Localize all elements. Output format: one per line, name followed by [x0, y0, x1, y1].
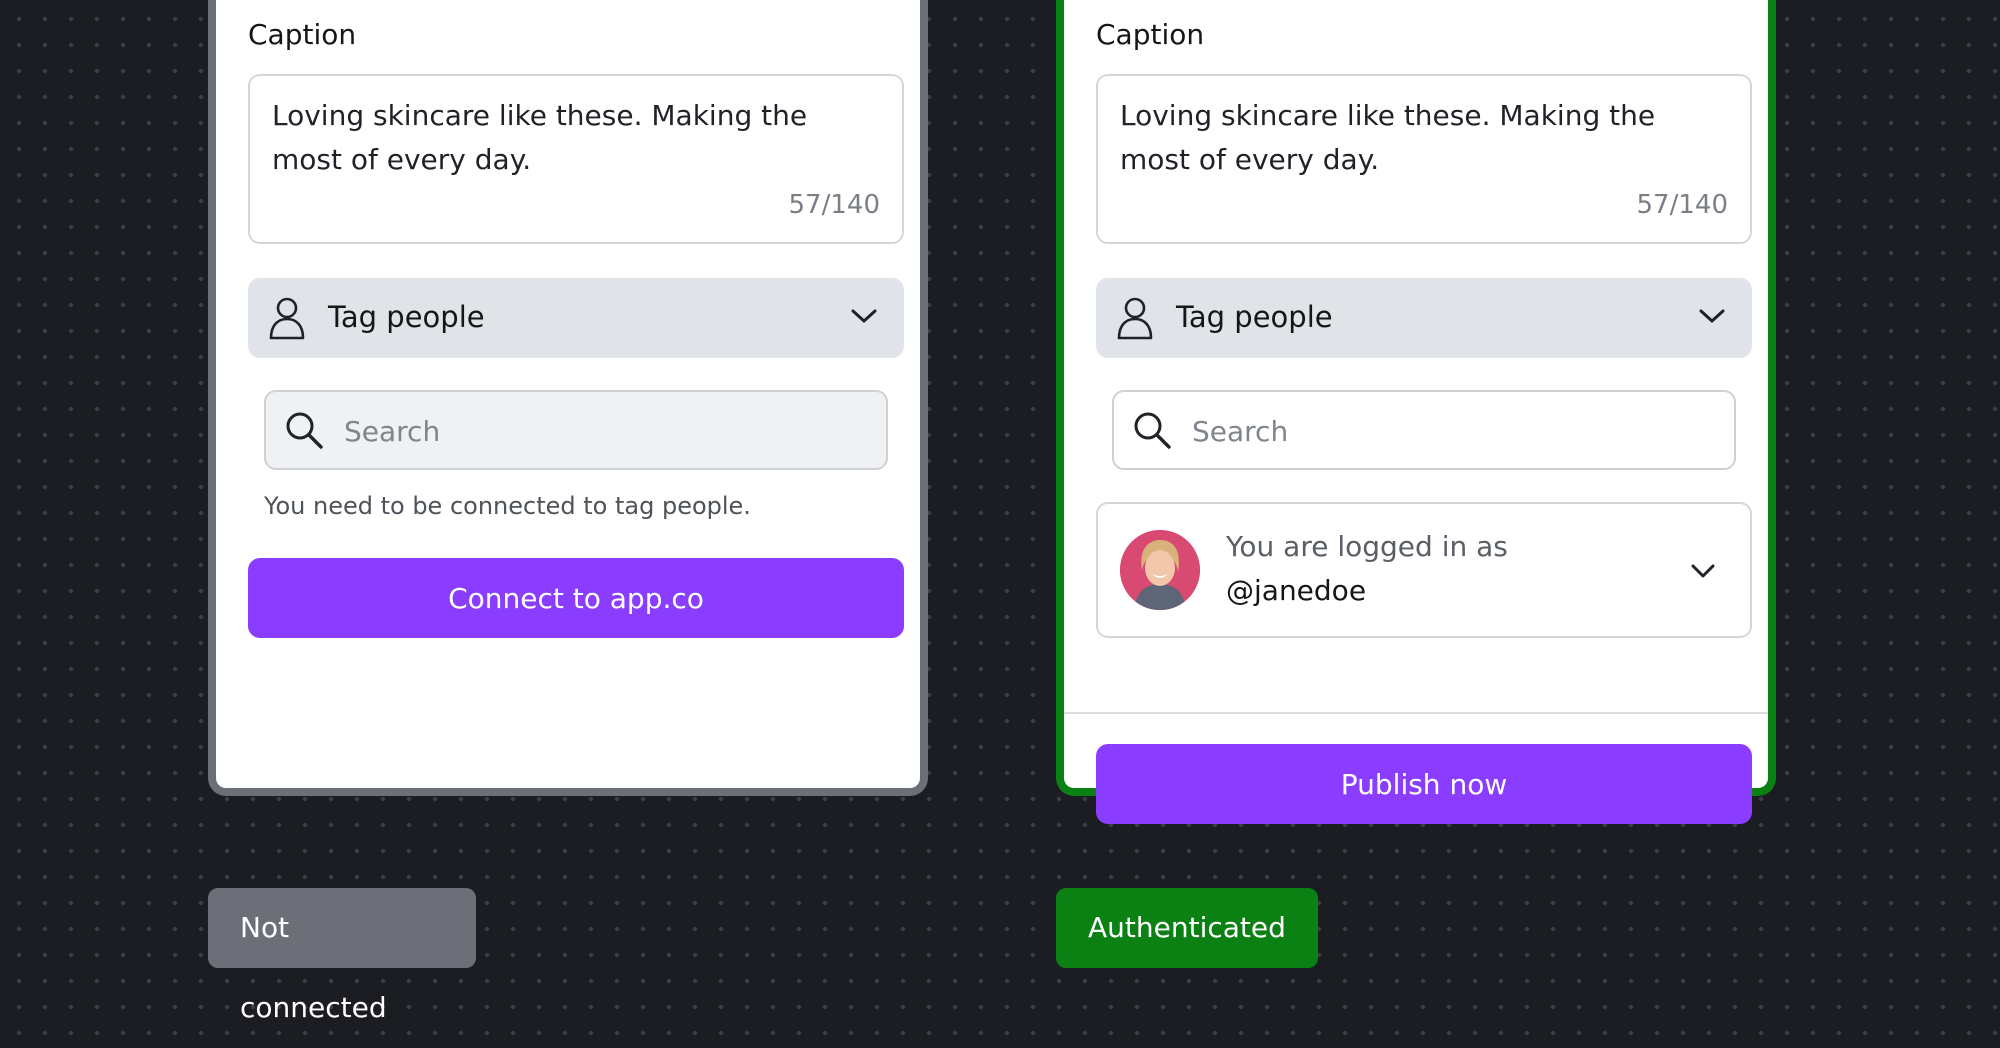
- caption-text: Loving skincare like these. Making the m…: [272, 99, 808, 176]
- search-icon: [286, 412, 323, 449]
- search-icon: [1134, 412, 1171, 449]
- caption-textarea[interactable]: Loving skincare like these. Making the m…: [1096, 74, 1752, 244]
- caption-label: Caption: [248, 18, 357, 51]
- tag-people-dropdown[interactable]: Tag people: [1096, 278, 1752, 358]
- not-connected-panel: Caption Loving skincare like these. Maki…: [208, 0, 928, 796]
- tag-people-label: Tag people: [328, 300, 485, 334]
- avatar-portrait: [1120, 530, 1200, 610]
- caption-text: Loving skincare like these. Making the m…: [1120, 99, 1656, 176]
- caption-character-count: 57/140: [788, 190, 880, 220]
- footer-divider: [1064, 712, 1768, 714]
- tag-search-field[interactable]: [1112, 390, 1736, 470]
- chevron-down-icon: [1691, 564, 1715, 578]
- caption-label: Caption: [1096, 18, 1205, 51]
- chevron-down-icon: [1699, 309, 1725, 323]
- logged-in-label: You are logged in as: [1226, 530, 1508, 563]
- tag-people-label: Tag people: [1176, 300, 1333, 334]
- search-input[interactable]: [1190, 406, 1714, 456]
- connect-button[interactable]: Connect to app.co: [248, 558, 904, 638]
- connection-helper-text: You need to be connected to tag people.: [264, 492, 751, 520]
- person-icon: [1117, 297, 1153, 340]
- caption-character-count: 57/140: [1636, 190, 1728, 220]
- status-badge-authenticated: Authenticated: [1056, 888, 1318, 968]
- avatar: [1120, 530, 1200, 610]
- search-input: [342, 406, 866, 456]
- authenticated-panel: Caption Loving skincare like these. Maki…: [1056, 0, 1776, 824]
- publish-button[interactable]: Publish now: [1096, 744, 1752, 824]
- tag-search-field: [264, 390, 888, 470]
- account-switcher[interactable]: You are logged in as @janedoe: [1096, 502, 1752, 638]
- account-username: @janedoe: [1226, 574, 1367, 607]
- status-badge-not-connected: Not connected: [208, 888, 476, 1024]
- chevron-down-icon: [851, 309, 877, 323]
- tag-people-dropdown[interactable]: Tag people: [248, 278, 904, 358]
- caption-textarea[interactable]: Loving skincare like these. Making the m…: [248, 74, 904, 244]
- person-icon: [269, 297, 305, 340]
